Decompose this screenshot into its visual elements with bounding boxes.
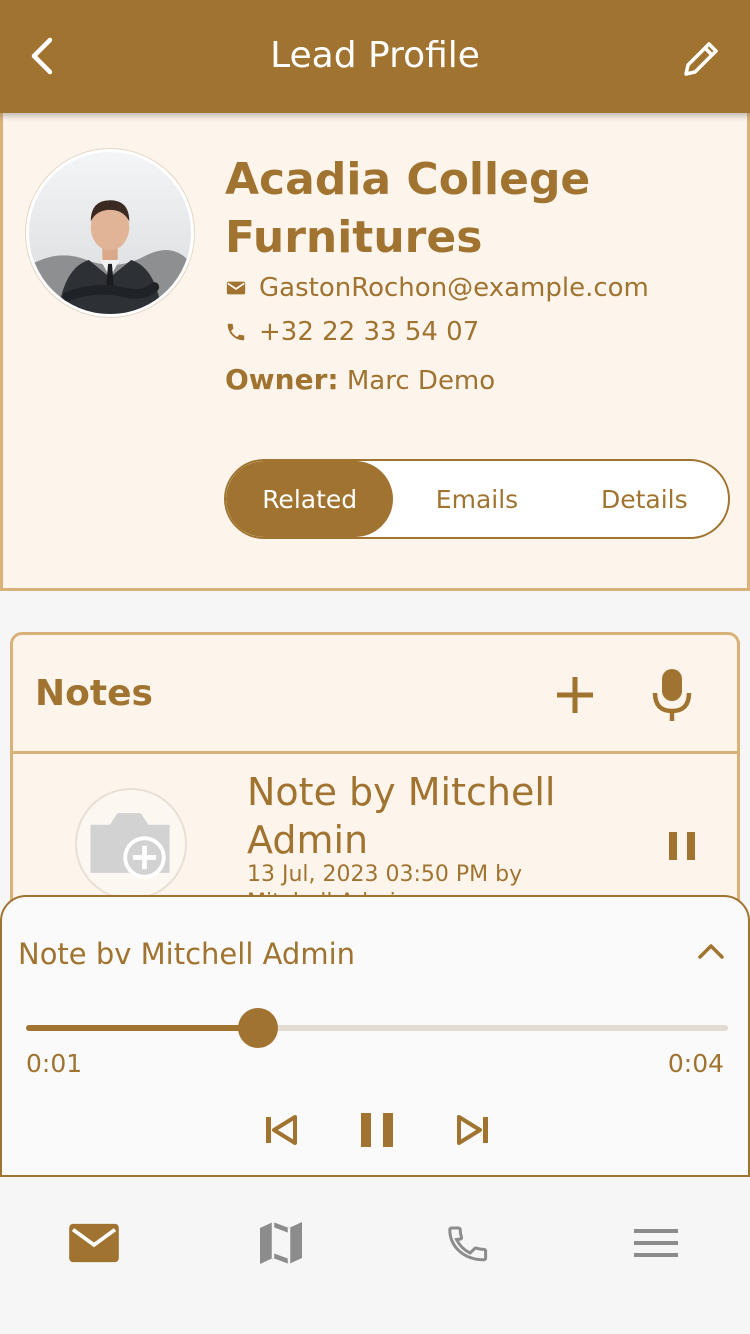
bottom-navigation <box>0 1177 750 1334</box>
camera-add-icon[interactable] <box>75 788 187 900</box>
current-time: 0:01 <box>26 1049 83 1078</box>
owner-row: Owner: Marc Demo <box>225 363 495 396</box>
app-bar: Lead Profile <box>0 0 750 113</box>
microphone-icon[interactable] <box>647 667 697 723</box>
page-title: Lead Profile <box>270 35 480 76</box>
notes-card: Notes Note by Mitchell Admin 13 Jul, 202… <box>10 632 740 932</box>
notes-header: Notes <box>13 635 737 754</box>
note-pause-icon[interactable] <box>665 828 699 864</box>
lead-profile-card: Acadia College Furnitures GastonRochon@e… <box>0 113 750 591</box>
email-text: GastonRochon@example.com <box>259 273 649 303</box>
tab-related[interactable]: Related <box>226 461 394 537</box>
skip-previous-icon[interactable] <box>262 1111 300 1149</box>
chevron-up-icon[interactable] <box>692 935 730 965</box>
progress-thumb[interactable] <box>237 1008 278 1048</box>
mail-icon[interactable] <box>64 1213 124 1273</box>
edit-pencil-icon[interactable] <box>680 36 724 80</box>
avatar <box>26 149 194 317</box>
company-name: Acadia College Furnitures <box>225 154 591 263</box>
note-title[interactable]: Note by Mitchell Admin <box>247 768 607 864</box>
skip-next-icon[interactable] <box>454 1111 492 1149</box>
email-row[interactable]: GastonRochon@example.com <box>225 273 649 303</box>
map-icon[interactable] <box>251 1213 311 1273</box>
pause-icon[interactable] <box>357 1109 397 1151</box>
phone-row[interactable]: +32 22 33 54 07 <box>225 317 479 347</box>
tab-emails[interactable]: Emails <box>393 461 560 537</box>
menu-icon[interactable] <box>626 1213 686 1273</box>
owner-label: Owner: <box>225 363 339 396</box>
phone-text: +32 22 33 54 07 <box>259 317 480 347</box>
progress-fill <box>26 1025 258 1031</box>
add-note-plus-icon[interactable] <box>551 671 599 719</box>
phone-icon <box>227 323 245 341</box>
tab-details[interactable]: Details <box>561 461 728 537</box>
total-time: 0:04 <box>667 1049 724 1078</box>
profile-tabs: Related Emails Details <box>224 459 730 539</box>
notes-title: Notes <box>35 673 153 714</box>
player-title: Note bv Mitchell Admin <box>18 937 356 971</box>
phone-icon[interactable] <box>438 1213 498 1273</box>
owner-name: Marc Demo <box>346 366 496 396</box>
audio-player: Note bv Mitchell Admin 0:01 0:04 <box>0 895 750 1177</box>
progress-slider[interactable] <box>26 1008 728 1048</box>
email-icon <box>226 281 246 295</box>
